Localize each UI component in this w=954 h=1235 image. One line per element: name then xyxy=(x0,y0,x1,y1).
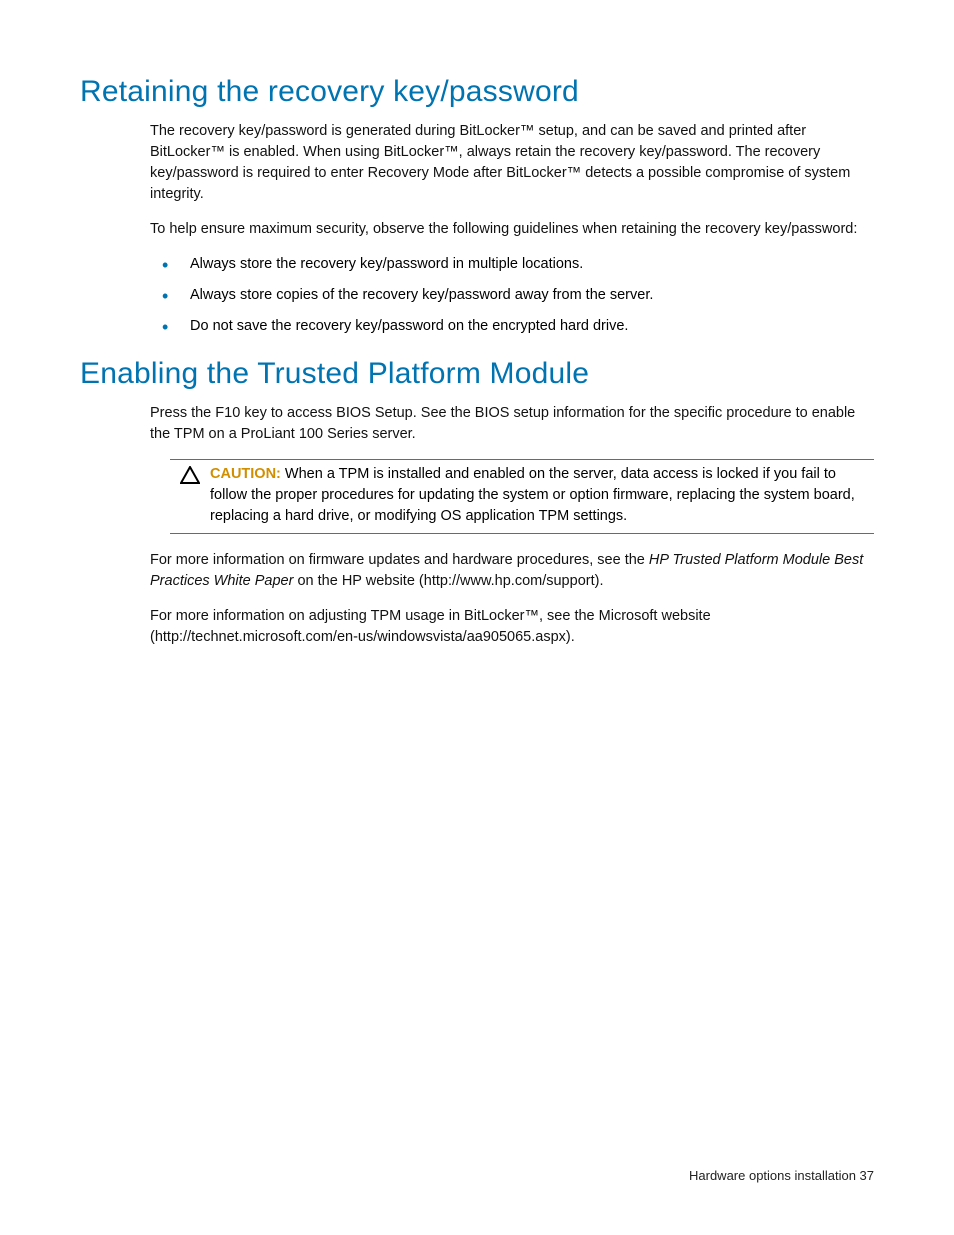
paragraph: To help ensure maximum security, observe… xyxy=(150,219,874,240)
list-item: Always store copies of the recovery key/… xyxy=(150,285,874,306)
page-footer: Hardware options installation 37 xyxy=(689,1168,874,1183)
caution-callout: CAUTION: When a TPM is installed and ena… xyxy=(170,459,874,534)
section2-body: Press the F10 key to access BIOS Setup. … xyxy=(150,403,874,648)
list-item: Always store the recovery key/password i… xyxy=(150,254,874,275)
text-run: on the HP website (http://www.hp.com/sup… xyxy=(293,573,603,589)
caution-label: CAUTION: xyxy=(210,466,281,482)
bullet-list: Always store the recovery key/password i… xyxy=(150,254,874,337)
heading-retaining-recovery: Retaining the recovery key/password xyxy=(80,75,874,109)
paragraph: The recovery key/password is generated d… xyxy=(150,121,874,205)
caution-text: CAUTION: When a TPM is installed and ena… xyxy=(210,464,874,527)
heading-enabling-tpm: Enabling the Trusted Platform Module xyxy=(80,357,874,391)
paragraph: For more information on firmware updates… xyxy=(150,550,874,592)
document-page: Retaining the recovery key/password The … xyxy=(0,0,954,1235)
section1-body: The recovery key/password is generated d… xyxy=(150,121,874,337)
caution-body: When a TPM is installed and enabled on t… xyxy=(210,466,855,524)
caution-icon xyxy=(170,464,210,527)
paragraph: For more information on adjusting TPM us… xyxy=(150,606,874,648)
paragraph: Press the F10 key to access BIOS Setup. … xyxy=(150,403,874,445)
text-run: For more information on firmware updates… xyxy=(150,552,649,568)
list-item: Do not save the recovery key/password on… xyxy=(150,316,874,337)
